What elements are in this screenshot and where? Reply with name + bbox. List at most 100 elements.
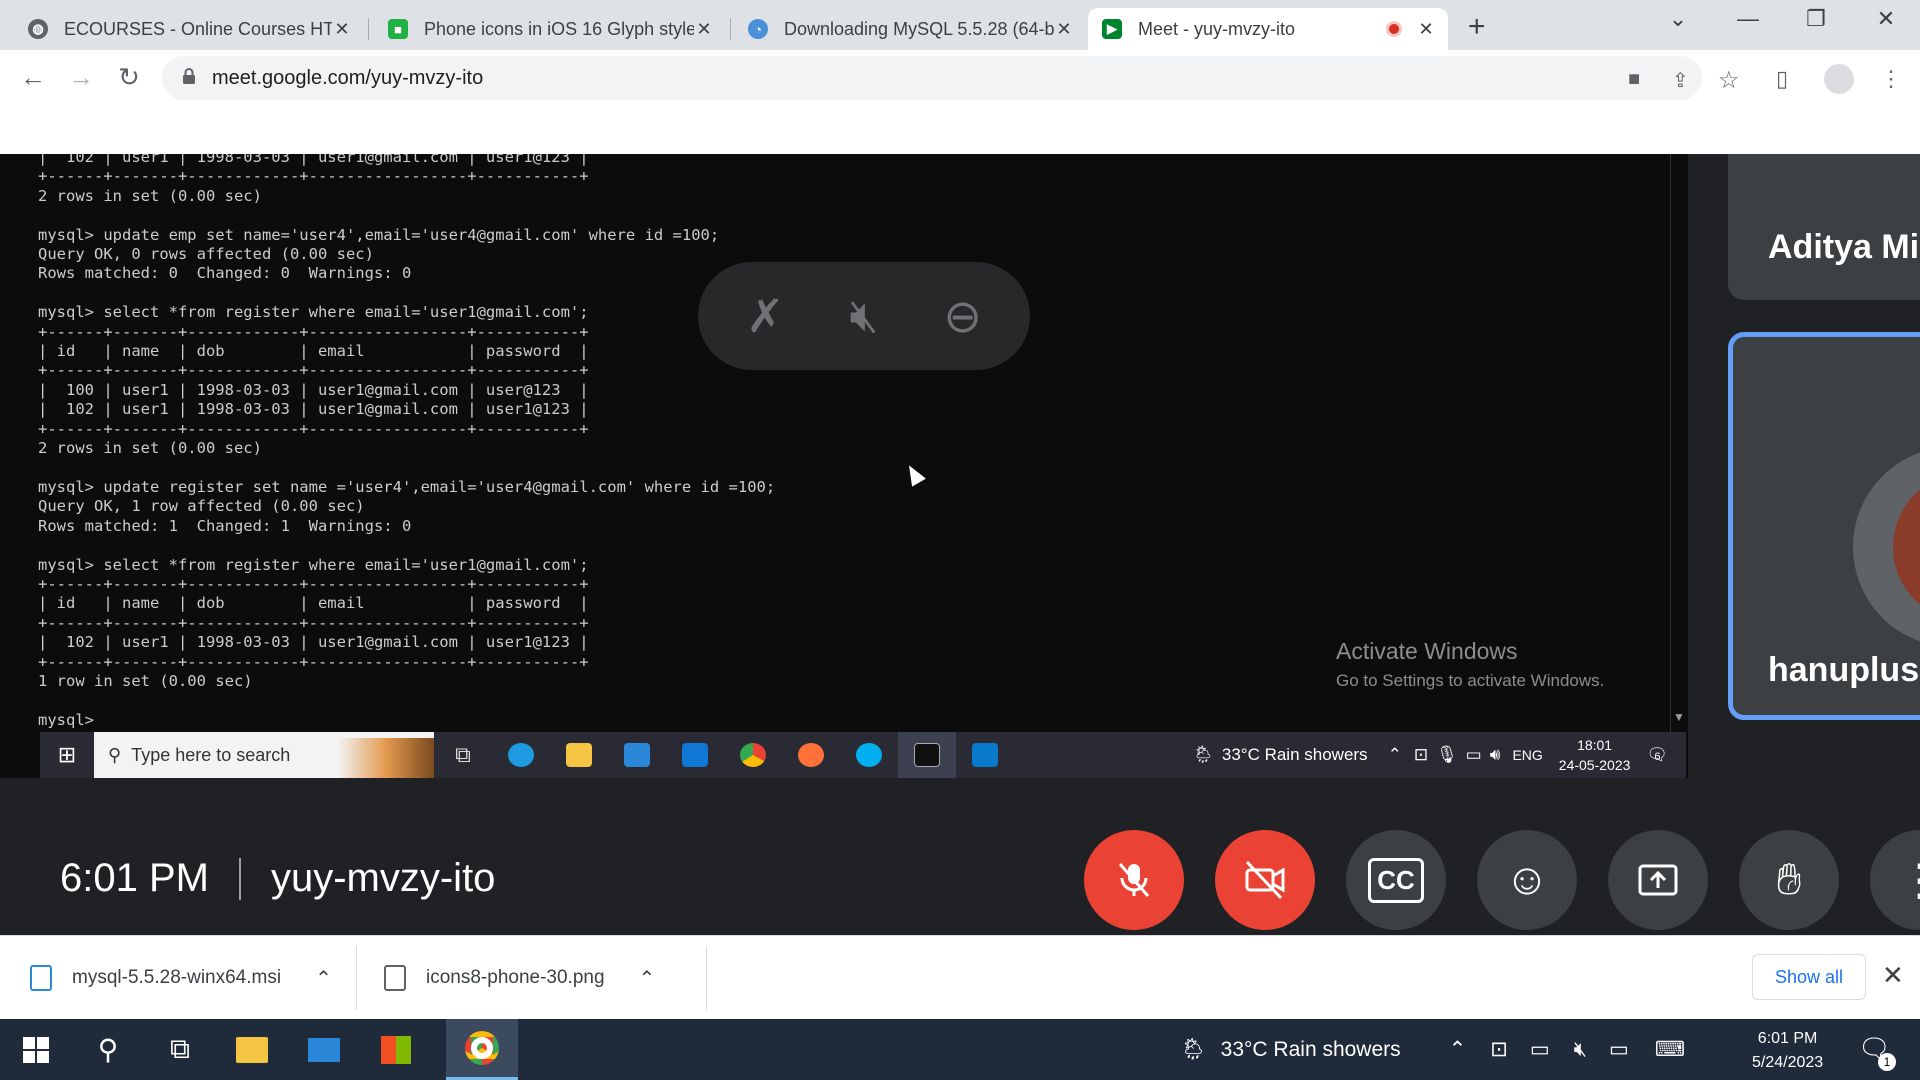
terminal-scrollbar[interactable] xyxy=(1670,154,1688,732)
taskbar-date: 5/24/2023 xyxy=(1752,1054,1824,1071)
url-text: meet.google.com/yuy-mvzy-ito xyxy=(212,67,484,89)
minimize-icon[interactable]: — xyxy=(1728,6,1768,32)
google-meet-icon: ▶ xyxy=(1102,19,1122,39)
activate-subtitle: Go to Settings to activate Windows. xyxy=(1336,671,1605,690)
address-bar[interactable]: meet.google.com/yuy-mvzy-ito ■ ⇪ xyxy=(162,56,1702,100)
mail-button[interactable] xyxy=(288,1019,360,1080)
start-button[interactable] xyxy=(0,1019,72,1080)
profile-avatar[interactable] xyxy=(1824,64,1854,94)
camera-off-button[interactable] xyxy=(1215,830,1315,930)
restore-icon[interactable]: ❐ xyxy=(1796,6,1836,32)
tray-chevron-icon[interactable]: ⌃ xyxy=(1449,1037,1467,1062)
close-shelf-icon[interactable]: ✕ xyxy=(1882,960,1904,991)
chevron-up-icon[interactable]: ⌃ xyxy=(639,966,656,991)
msi-file-icon xyxy=(30,965,52,991)
download-item-icons8[interactable]: icons8-phone-30.png ⌃ xyxy=(384,936,655,1020)
camera-icon[interactable]: ■ xyxy=(1628,68,1640,91)
mute-tab-icon[interactable]: 🔇︎ xyxy=(829,288,899,344)
weather-icon[interactable]: 🌦︎ xyxy=(1180,1038,1207,1062)
presenter-notification-count: 6 xyxy=(1654,751,1661,763)
tab-search-icon[interactable]: ⌄ xyxy=(1658,6,1698,32)
recording-indicator-icon xyxy=(1386,21,1402,37)
network-icon[interactable]: ▭ xyxy=(1609,1037,1629,1062)
presenter-language: ENG xyxy=(1512,747,1543,763)
download-separator xyxy=(356,946,357,1010)
back-arrow-icon[interactable]: ← xyxy=(16,62,50,93)
download-separator xyxy=(706,946,707,1010)
download-shelf: mysql-5.5.28-winx64.msi ⌃ icons8-phone-3… xyxy=(0,935,1920,1019)
present-screen-button[interactable] xyxy=(1608,830,1708,930)
reactions-button[interactable]: ☺ xyxy=(1477,830,1577,930)
mic-off-icon xyxy=(1118,863,1150,897)
tab-separator xyxy=(368,18,369,40)
activate-title: Activate Windows xyxy=(1336,638,1518,664)
chrome-taskbar-button[interactable] xyxy=(446,1019,518,1080)
chevron-up-icon[interactable]: ⌃ xyxy=(315,966,332,991)
show-all-button[interactable]: Show all xyxy=(1752,954,1866,1000)
store-icon xyxy=(381,1035,411,1064)
camera-off-icon xyxy=(1245,860,1285,900)
search-icon: ⚲ xyxy=(108,744,122,765)
edge-icon xyxy=(492,732,550,778)
task-view-button[interactable]: ⧉ xyxy=(144,1019,216,1080)
mail-icon xyxy=(308,1037,340,1062)
share-icon[interactable]: ⇪ xyxy=(1672,68,1689,93)
participant-tile-speaking[interactable]: hanuplus xyxy=(1728,332,1920,720)
more-menu-icon[interactable]: ⋮ xyxy=(1880,66,1902,92)
new-tab-button[interactable]: + xyxy=(1468,10,1486,44)
vscode-icon xyxy=(956,732,1014,778)
microphone-off-button[interactable] xyxy=(1084,830,1184,930)
tab-close-icon[interactable]: ✕ xyxy=(1416,19,1436,40)
firefox-icon xyxy=(782,732,840,778)
tab-phone-icons[interactable]: ■ Phone icons in iOS 16 Glyph style ✕ xyxy=(374,8,726,50)
more-vert-icon: ⋮ xyxy=(1898,855,1920,905)
scroll-down-arrow-icon[interactable]: ▼ xyxy=(1673,710,1685,724)
tab-close-icon[interactable]: ✕ xyxy=(1054,19,1074,40)
tab-title: Phone icons in iOS 16 Glyph style xyxy=(424,18,694,39)
icons8-favicon-icon: ■ xyxy=(388,19,408,39)
mysql-console-icon xyxy=(898,732,956,778)
captions-button[interactable]: CC xyxy=(1346,830,1446,930)
taskbar-clock[interactable]: 6:01 PM 5/24/2023 xyxy=(1752,1027,1823,1075)
hand-icon: ✋︎ xyxy=(1776,855,1802,904)
tab-meet[interactable]: ▶ Meet - yuy-mvzy-ito ✕ xyxy=(1088,8,1448,50)
browser-toolbar: ← → ↻ meet.google.com/yuy-mvzy-ito ■ ⇪ ☆… xyxy=(0,50,1920,106)
mail-icon xyxy=(666,732,724,778)
meeting-divider xyxy=(238,857,241,900)
weather-icon: 🌦︎ xyxy=(1192,745,1214,764)
presenter-clock: 18:01 24-05-2023 xyxy=(1559,735,1631,775)
remove-icon[interactable]: ⊖ xyxy=(928,289,998,343)
side-panel-icon[interactable]: ▯ xyxy=(1776,66,1788,92)
forward-arrow-icon[interactable]: → xyxy=(64,62,98,93)
meet-share-icon: ⊡ xyxy=(1413,745,1429,764)
tab-close-icon[interactable]: ✕ xyxy=(694,19,714,40)
battery-icon[interactable]: ▭ xyxy=(1530,1037,1550,1062)
volume-muted-icon[interactable]: 🔇︎ xyxy=(1574,1038,1587,1062)
participant-tile[interactable]: Aditya Mi xyxy=(1728,154,1920,300)
globe-icon: ◍ xyxy=(28,19,48,39)
participant-name: hanuplus xyxy=(1768,651,1920,689)
search-button[interactable]: ⚲ xyxy=(72,1019,144,1080)
raise-hand-button[interactable]: ✋︎ xyxy=(1739,830,1839,930)
presenter-notification-icon: 🗨︎ 6 xyxy=(1646,745,1668,764)
presenter-start-icon: ⊞ xyxy=(57,742,77,767)
tab-close-icon[interactable]: ✕ xyxy=(332,19,352,40)
tab-ecourses[interactable]: ◍ ECOURSES - Online Courses HTM ✕ xyxy=(14,8,364,50)
close-window-icon[interactable]: ✕ xyxy=(1866,6,1906,32)
tab-separator xyxy=(730,18,731,40)
lock-icon xyxy=(183,68,195,84)
keyboard-icon[interactable]: ⌨︎ xyxy=(1655,1037,1685,1062)
reload-icon[interactable]: ↻ xyxy=(112,62,146,93)
present-icon xyxy=(1638,864,1678,896)
tab-title: Downloading MySQL 5.5.28 (64-b xyxy=(784,18,1054,39)
tab-mysql-download[interactable]: ◔ Downloading MySQL 5.5.28 (64-b ✕ xyxy=(734,8,1086,50)
meet-now-icon[interactable]: ⊡ xyxy=(1490,1037,1508,1062)
store-button[interactable] xyxy=(360,1019,432,1080)
unpin-icon[interactable]: ✗ xyxy=(730,289,800,343)
presenter-search-placeholder: Type here to search xyxy=(131,744,291,765)
taskbar-weather-text[interactable]: 33°C Rain showers xyxy=(1221,1038,1401,1062)
chrome-icon xyxy=(465,1031,499,1065)
bookmark-star-icon[interactable]: ☆ xyxy=(1718,66,1740,95)
file-explorer-button[interactable] xyxy=(216,1019,288,1080)
download-item-mysql[interactable]: mysql-5.5.28-winx64.msi ⌃ xyxy=(30,936,332,1020)
